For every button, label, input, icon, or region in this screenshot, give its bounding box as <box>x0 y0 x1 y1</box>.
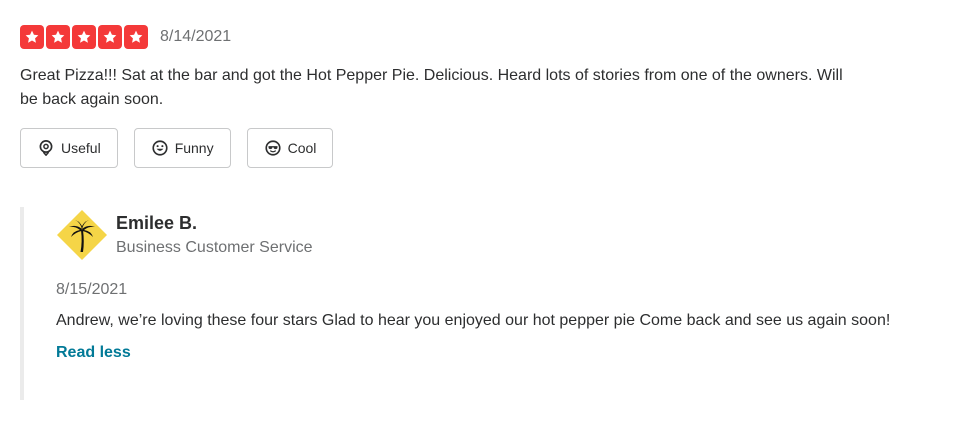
star-icon <box>124 25 148 49</box>
owner-info: Emilee B. Business Customer Service <box>116 209 313 259</box>
review: 8/14/2021 Great Pizza!!! Sat at the bar … <box>20 24 960 168</box>
lightbulb-icon <box>39 140 53 156</box>
review-date: 8/14/2021 <box>160 28 232 45</box>
star-rating <box>20 25 148 49</box>
sunglasses-icon <box>265 140 281 156</box>
read-less-link[interactable]: Read less <box>56 341 131 365</box>
star-icon <box>20 25 44 49</box>
funny-label: Funny <box>174 140 214 156</box>
star-icon <box>72 25 96 49</box>
reaction-buttons: Useful Funny Cool <box>20 128 960 168</box>
owner-name[interactable]: Emilee B. <box>116 211 313 235</box>
rating-row: 8/14/2021 <box>20 24 960 50</box>
business-reply: Emilee B. Business Customer Service 8/15… <box>20 207 960 400</box>
cool-button[interactable]: Cool <box>246 128 334 168</box>
reply-date: 8/15/2021 <box>56 281 128 298</box>
useful-button[interactable]: Useful <box>20 128 118 168</box>
review-text: Great Pizza!!! Sat at the bar and got th… <box>20 67 843 108</box>
useful-label: Useful <box>61 140 101 156</box>
reply-text: Andrew, we’re loving these four stars Gl… <box>56 312 891 329</box>
cool-label: Cool <box>287 140 317 156</box>
smile-icon <box>152 140 168 156</box>
star-icon <box>98 25 122 49</box>
star-icon <box>46 25 70 49</box>
funny-button[interactable]: Funny <box>133 128 231 168</box>
palm-tree-logo-icon <box>56 209 108 261</box>
owner-role: Business Customer Service <box>116 239 313 256</box>
owner-header: Emilee B. Business Customer Service <box>56 209 960 261</box>
